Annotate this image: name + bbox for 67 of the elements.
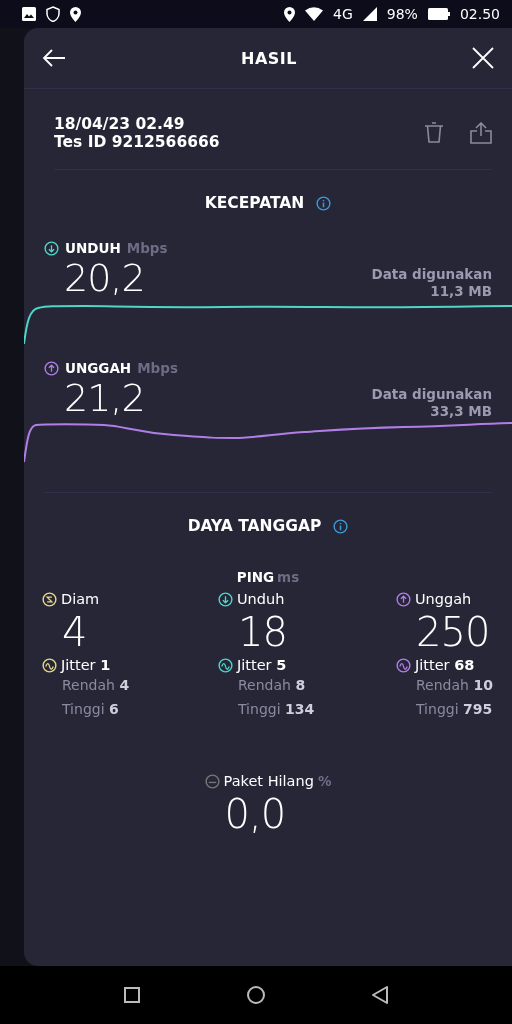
test-date: 18/04/23 02.49 [54, 115, 186, 133]
ping-value: 250 [415, 608, 491, 657]
close-button[interactable] [472, 47, 494, 69]
speed-unit: Mbps [126, 240, 168, 256]
speed-unit: Mbps [137, 360, 178, 376]
low-text: Rendah 4 [61, 676, 131, 695]
ping-value: 4 [61, 608, 88, 657]
location-icon [284, 6, 295, 22]
low-text: Rendah 10 [415, 676, 494, 695]
download-icon [218, 591, 233, 607]
image-icon [22, 7, 36, 21]
speed-value: 21,2 [64, 376, 145, 420]
screen-title: HASIL [241, 48, 297, 68]
jitter-icon [218, 657, 233, 673]
packet-loss-icon [204, 773, 220, 789]
clock: 02.50 [459, 6, 500, 22]
section-title: KECEPATAN [204, 194, 305, 212]
jitter-text: Jitter 5 [237, 657, 287, 673]
ping-type: Unduh [237, 591, 285, 607]
speed-label: UNDUH [65, 240, 121, 256]
back-arrow-icon [42, 48, 66, 68]
close-icon [472, 47, 494, 69]
low-text: Rendah 8 [237, 676, 307, 695]
upload-icon [44, 360, 59, 376]
data-used-label: Data digunakan [371, 266, 492, 283]
packet-loss-value: 0,0 [223, 790, 286, 839]
back-button[interactable] [42, 48, 66, 68]
high-text: Tinggi 134 [237, 700, 316, 719]
jitter-text: Jitter 1 [61, 657, 111, 673]
home-icon[interactable] [247, 986, 265, 1004]
battery-icon [427, 8, 450, 20]
delete-button[interactable] [424, 122, 444, 144]
ping-unit: ms [277, 569, 300, 585]
trash-icon [424, 122, 444, 144]
data-used-value: 33,3 MB [430, 403, 492, 420]
packet-loss-label: Paket Hilang [223, 773, 314, 789]
info-icon[interactable] [333, 518, 349, 534]
back-icon[interactable] [372, 986, 389, 1004]
ping-type: Diam [61, 591, 100, 607]
info-icon[interactable] [316, 195, 332, 211]
jitter-text: Jitter 68 [415, 657, 475, 673]
share-icon [470, 122, 492, 144]
data-used-label: Data digunakan [371, 386, 492, 403]
location-icon [70, 6, 81, 22]
upload-icon [396, 591, 411, 607]
high-text: Tinggi 795 [415, 700, 494, 719]
test-id: Tes ID 9212566666 [54, 133, 220, 151]
network-type: 4G [333, 6, 353, 22]
recents-icon[interactable] [123, 987, 140, 1003]
speed-label: UNGGAH [65, 360, 132, 376]
download-icon [44, 240, 59, 256]
jitter-icon [396, 657, 411, 673]
ping-label: PING [236, 569, 275, 585]
jitter-icon [42, 657, 57, 673]
battery-level: 98% [386, 6, 418, 22]
speed-value: 20,2 [64, 256, 145, 300]
high-text: Tinggi 6 [61, 700, 120, 719]
share-button[interactable] [470, 122, 492, 144]
data-used-value: 11,3 MB [430, 283, 492, 300]
signal-icon [362, 7, 377, 21]
ping-type: Unggah [415, 591, 472, 607]
packet-loss-unit: % [317, 773, 332, 789]
shield-icon [46, 6, 60, 22]
wifi-icon [305, 7, 323, 21]
ping-value: 18 [237, 608, 288, 657]
section-title: DAYA TANGGAP [187, 517, 322, 535]
idle-icon [42, 591, 57, 607]
